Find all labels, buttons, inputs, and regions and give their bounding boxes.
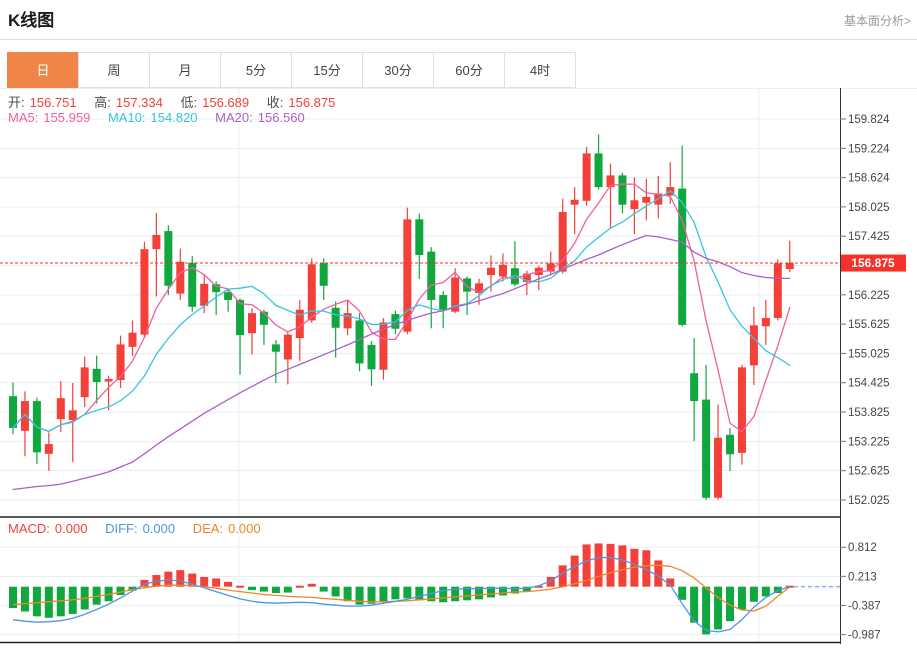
svg-text:158.025: 158.025 bbox=[848, 202, 890, 214]
ma10-label: MA10: bbox=[107, 110, 146, 125]
diff-label: DIFF: bbox=[105, 521, 138, 536]
svg-text:159.224: 159.224 bbox=[848, 143, 890, 155]
ma10-value: 154.820 bbox=[150, 110, 198, 125]
tab-5min[interactable]: 5分 bbox=[220, 52, 292, 88]
ma5-label: MA5: bbox=[8, 110, 39, 125]
macd-value: 0.000 bbox=[54, 521, 88, 536]
svg-text:155.625: 155.625 bbox=[848, 319, 890, 331]
ma5-value: 155.959 bbox=[43, 110, 91, 125]
low-value: 156.689 bbox=[202, 95, 250, 110]
close-label: 收: bbox=[266, 95, 284, 110]
ma10-line bbox=[12, 190, 791, 432]
open-label: 开: bbox=[8, 95, 25, 110]
macd-bars-group bbox=[9, 543, 794, 635]
svg-text:156.875: 156.875 bbox=[851, 256, 895, 270]
interval-tab-bar: 日 周 月 5分 15分 30分 60分 4时 bbox=[7, 52, 576, 88]
dea-value: 0.000 bbox=[228, 521, 261, 536]
macd-legend: MACD: 0.000 DIFF: 0.000 DEA: 0.000 bbox=[8, 521, 266, 536]
svg-text:155.025: 155.025 bbox=[848, 348, 890, 360]
tab-15min[interactable]: 15分 bbox=[291, 52, 363, 88]
ma5-line bbox=[12, 183, 791, 433]
svg-text:158.624: 158.624 bbox=[848, 173, 890, 185]
diff-value: 0.000 bbox=[142, 521, 176, 536]
kline-widget: K线图 基本面分析> 日 周 月 5分 15分 30分 60分 4时 159.8… bbox=[0, 0, 917, 649]
svg-text:152.025: 152.025 bbox=[848, 495, 890, 507]
svg-text:153.225: 153.225 bbox=[848, 436, 890, 448]
tab-weekly[interactable]: 周 bbox=[78, 52, 150, 88]
svg-text:157.425: 157.425 bbox=[848, 231, 890, 243]
svg-text:156.225: 156.225 bbox=[848, 290, 890, 302]
main-candlestick-chart[interactable]: 159.824 159.224 158.624 158.025 157.425 156.2… bbox=[0, 88, 917, 518]
macd-label: MACD: bbox=[8, 521, 50, 536]
tab-30min[interactable]: 30分 bbox=[362, 52, 434, 88]
chart-area: 159.824 159.224 158.624 158.025 157.425 156.2… bbox=[0, 88, 917, 644]
svg-text:0.812: 0.812 bbox=[848, 542, 877, 554]
header-divider bbox=[0, 39, 917, 40]
current-price-tag: 156.875 bbox=[841, 254, 906, 272]
high-label: 高: bbox=[94, 95, 111, 110]
svg-text:-0.987: -0.987 bbox=[848, 630, 881, 642]
svg-text:153.825: 153.825 bbox=[848, 407, 890, 419]
tab-60min[interactable]: 60分 bbox=[433, 52, 505, 88]
close-value: 156.875 bbox=[288, 95, 336, 110]
ma-legend: MA5: 155.959 MA10: 154.820 MA20: 156.560 bbox=[8, 110, 310, 125]
page-title: K线图 bbox=[8, 11, 55, 30]
svg-text:0.213: 0.213 bbox=[848, 571, 877, 583]
tab-4hour[interactable]: 4时 bbox=[504, 52, 576, 88]
ma20-label: MA20: bbox=[215, 110, 253, 125]
ma20-line bbox=[12, 234, 791, 491]
candles-group bbox=[9, 134, 794, 500]
svg-text:-0.387: -0.387 bbox=[848, 601, 881, 613]
low-label: 低: bbox=[180, 95, 198, 110]
svg-text:152.625: 152.625 bbox=[848, 466, 890, 478]
tab-monthly[interactable]: 月 bbox=[149, 52, 221, 88]
high-value: 157.334 bbox=[115, 95, 163, 110]
macd-chart[interactable]: 0.812 0.213 -0.387 -0.987 bbox=[0, 518, 917, 644]
ohlc-legend: 开: 156.751 高: 157.334 低: 156.689 收: 156.875 bbox=[8, 92, 340, 111]
dea-label: DEA: bbox=[192, 521, 224, 536]
svg-text:159.824: 159.824 bbox=[848, 114, 890, 126]
fundamental-analysis-link[interactable]: 基本面分析> bbox=[844, 12, 911, 29]
svg-text:154.425: 154.425 bbox=[848, 378, 890, 390]
diff-line bbox=[12, 556, 791, 633]
open-value: 156.751 bbox=[29, 95, 77, 110]
ma20-value: 156.560 bbox=[257, 110, 305, 125]
tab-daily[interactable]: 日 bbox=[7, 52, 79, 88]
